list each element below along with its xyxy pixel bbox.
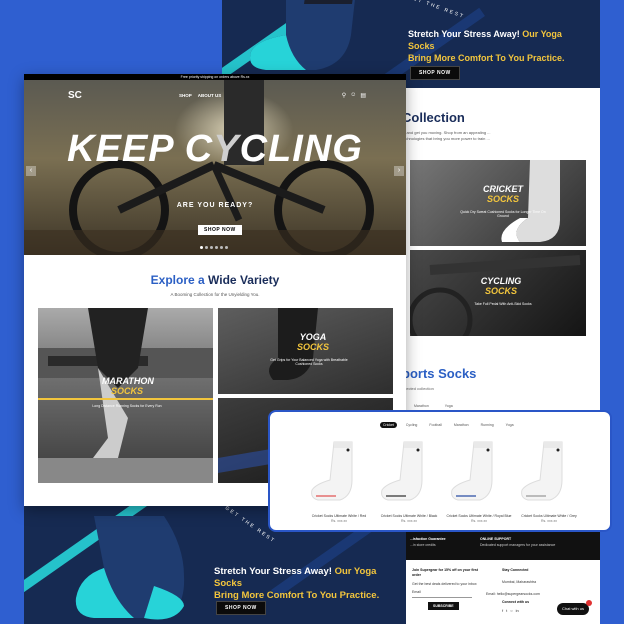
- sports-socks-title: ports Socks: [402, 366, 477, 381]
- product-price: Rs. xxx.xx: [541, 519, 557, 523]
- connect-with-us: Connect with us: [502, 600, 530, 604]
- instagram-icon[interactable]: ○: [510, 608, 512, 613]
- promo-heading: Stretch Your Stress Away! Our Yoga Socks…: [408, 29, 565, 63]
- collection-intro: ... and get you moving. Shop from an app…: [402, 130, 491, 141]
- product-card[interactable]: Cricket Socks Ultimate White / Black Rs.…: [376, 440, 442, 523]
- product-card[interactable]: Cricket Socks Ultimate White / Red Rs. x…: [306, 440, 372, 523]
- tab-yoga[interactable]: Yoga: [503, 422, 517, 428]
- nav-shop[interactable]: SHOP: [179, 93, 192, 98]
- cricket-desc: Quick Dry Sweat Cushioned Socks for Long…: [460, 210, 546, 218]
- cycling-label-1: CYCLING: [480, 276, 522, 286]
- cart-icon[interactable]: ▤: [360, 92, 366, 99]
- cricket-label-1: CRICKET: [483, 184, 523, 194]
- carousel-dots[interactable]: [200, 246, 228, 249]
- tab-marathon-preview[interactable]: Marathon: [414, 404, 429, 408]
- category-card-marathon[interactable]: MARATHON SOCKS Long Distance Running Soc…: [38, 308, 213, 483]
- signup-title: Join Supergear for 15% off on your first…: [412, 568, 478, 577]
- address: Mumbai, Maharashtra: [502, 580, 537, 584]
- explore-title: Explore a Wide Variety: [150, 273, 280, 287]
- cycling-desc: Take Full Pedal With Anti-Skid Socks: [474, 302, 532, 306]
- social-icons: f t ○ in: [502, 608, 519, 613]
- guarantee-text: ...in store credits: [410, 543, 436, 547]
- marathon-label-2: SOCKS: [110, 386, 143, 396]
- twitter-icon[interactable]: t: [506, 608, 507, 613]
- promo-heading: Stretch Your Stress Away! Our Yoga Socks…: [214, 566, 380, 601]
- product-card[interactable]: Cricket Socks Ultimate White / Royal Blu…: [446, 440, 512, 523]
- prev-arrow-icon[interactable]: ‹: [26, 166, 36, 176]
- shop-now-button[interactable]: SHOP NOW: [410, 66, 460, 80]
- yoga-desc: Get Grips for Your Balanced Yoga with Br…: [270, 358, 348, 366]
- tab-yoga-preview[interactable]: Yoga: [445, 404, 453, 408]
- chat-notification-badge: [586, 600, 592, 606]
- hero-shop-now-button[interactable]: SHOP NOW: [198, 225, 242, 235]
- footer-features: ...isfaction Guarantee ...in store credi…: [406, 532, 600, 560]
- product-name: Cricket Socks Ultimate White / Royal Blu…: [446, 514, 512, 518]
- hero-subtitle: ARE YOU READY?: [176, 202, 254, 209]
- product-price: Rs. xxx.xx: [471, 519, 487, 523]
- tab-running[interactable]: Running: [478, 422, 497, 428]
- yoga-label-1: YOGA: [299, 332, 327, 342]
- category-card-yoga[interactable]: YOGA SOCKS Get Grips for Your Balanced Y…: [218, 308, 393, 394]
- logo[interactable]: SC: [68, 90, 82, 101]
- linkedin-icon[interactable]: in: [516, 608, 519, 613]
- sports-socks-sub: ...lected collection: [402, 386, 434, 391]
- stamp-text: GET THE REST: [406, 0, 466, 21]
- cricket-label-2: SOCKS: [486, 194, 519, 204]
- hero-title: KEEP CYCLING: [67, 128, 363, 170]
- tab-marathon[interactable]: Marathon: [451, 422, 472, 428]
- subscribe-button[interactable]: SUBSCRIBE: [428, 602, 459, 610]
- product-name: Cricket Socks Ultimate White / Red: [311, 514, 367, 518]
- product-card[interactable]: Cricket Socks Ultimate White / Grey Rs. …: [516, 440, 582, 523]
- connect-title: Stay Connected: [502, 568, 529, 572]
- support-text: Dedicated support managers for your assi…: [480, 543, 556, 547]
- marathon-label-1: MARATHON: [102, 376, 154, 386]
- tab-cycling[interactable]: Cycling: [403, 422, 420, 428]
- collection-page: Collection ... and get you moving. Shop …: [402, 88, 600, 418]
- yoga-label-2: SOCKS: [296, 342, 329, 352]
- guarantee-title: ...isfaction Guarantee: [410, 537, 446, 541]
- email-label: Email: hello@supergearsocks.com: [486, 592, 540, 596]
- hero-banner: SC SHOP ABOUT US ⚲ ☺ ▤ KEEP CYCLING ARE …: [24, 80, 406, 255]
- email-input[interactable]: Email: [412, 590, 472, 598]
- signup-text: Get the best deals delivered to your inb…: [412, 582, 477, 586]
- top-nav: SC SHOP ABOUT US ⚲ ☺ ▤: [24, 86, 406, 104]
- product-name: Cricket Socks Ultimate White / Black: [380, 514, 438, 518]
- collection-title: Collection: [402, 110, 465, 125]
- account-icon[interactable]: ☺: [350, 92, 356, 99]
- tab-football[interactable]: Football: [426, 422, 444, 428]
- tab-cricket[interactable]: Cricket: [380, 422, 397, 428]
- next-arrow-icon[interactable]: ›: [394, 166, 404, 176]
- product-showcase: Cricket Cycling Football Marathon Runnin…: [268, 410, 612, 532]
- marathon-desc: Long Distance Running Socks for Every Ru…: [92, 404, 162, 408]
- nav-about-us[interactable]: ABOUT US: [198, 93, 222, 98]
- yoga-sock-image: [250, 0, 355, 70]
- product-name: Cricket Socks Ultimate White / Grey: [521, 514, 577, 518]
- cycling-label-2: SOCKS: [484, 286, 517, 296]
- category-tabs: Cricket Cycling Football Marathon Runnin…: [380, 422, 517, 428]
- yoga-sock-image: [75, 516, 185, 620]
- shop-now-button[interactable]: SHOP NOW: [216, 601, 266, 615]
- search-icon[interactable]: ⚲: [342, 92, 346, 99]
- product-price: Rs. xxx.xx: [331, 519, 347, 523]
- category-card-cycling[interactable]: CYCLING SOCKS Take Full Pedal With Anti-S…: [410, 250, 586, 336]
- sock-image: [451, 441, 493, 501]
- sock-image: [381, 441, 423, 501]
- product-price: Rs. xxx.xx: [401, 519, 417, 523]
- sock-image: [521, 441, 563, 501]
- category-card-cricket[interactable]: CRICKET SOCKS Quick Dry Sweat Cushioned S…: [410, 160, 586, 246]
- support-title: ONLINE SUPPORT: [480, 537, 512, 541]
- explore-subtitle: A Booming Collection for the Unyielding …: [170, 292, 260, 297]
- sock-image: [311, 441, 353, 501]
- facebook-icon[interactable]: f: [502, 608, 503, 613]
- chat-button[interactable]: Chat with us: [557, 603, 589, 615]
